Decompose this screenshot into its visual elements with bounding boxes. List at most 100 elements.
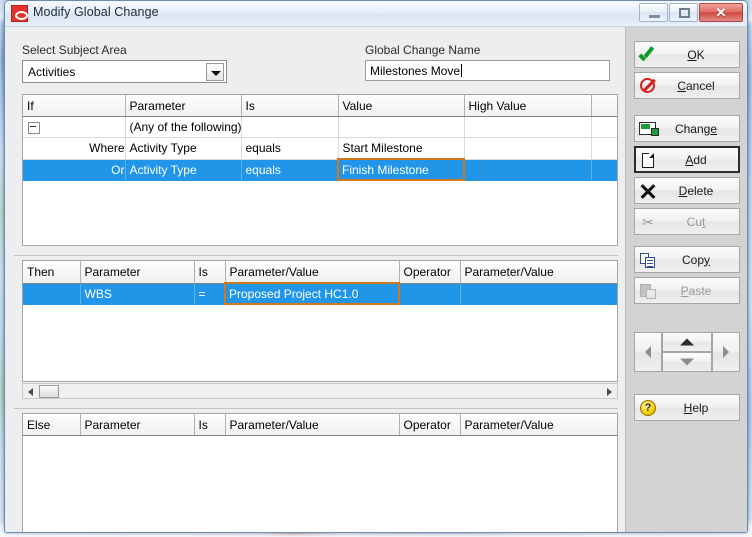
if-cell-parameter[interactable]: Activity Type [125,159,242,181]
else-col-parameter[interactable]: Parameter [80,414,195,436]
copy-button[interactable]: Copy [634,246,740,273]
if-col-if[interactable]: If [23,95,126,117]
arrow-right-icon [723,346,729,358]
scroll-thumb[interactable] [39,384,59,398]
if-cell-if[interactable]: Where [23,137,126,160]
move-right-button[interactable] [712,332,740,372]
then-cell-operator[interactable] [399,283,461,305]
if-cell-high-value[interactable] [464,159,592,181]
else-actions-grid[interactable]: Else Parameter Is Parameter/Value Operat… [22,413,618,532]
if-cell-is[interactable]: equals [241,159,339,181]
section-divider-1 [14,255,618,256]
then-cell-is[interactable]: = [194,283,226,305]
if-cell-value[interactable]: Finish Milestone [337,158,465,181]
then-col-operator[interactable]: Operator [399,261,461,284]
left-pane: Select Subject Area Activities Global Ch… [6,27,626,532]
delete-button[interactable]: Delete [634,177,740,204]
cancel-icon [635,73,661,98]
then-grid-hscrollbar[interactable] [22,383,618,399]
if-cell-extra[interactable] [591,159,617,181]
else-col-param-value-2[interactable]: Parameter/Value [460,414,617,436]
move-vertical-group [662,332,712,372]
change-icon [635,116,661,141]
arrow-down-icon [680,358,694,366]
then-cell-param-value-2[interactable] [460,283,617,305]
cut-icon: ✂ [642,214,654,230]
then-grid-table: Then Parameter Is Parameter/Value Operat… [23,261,617,305]
else-col-else[interactable]: Else [23,414,81,436]
if-conditions-grid[interactable]: If Parameter Is Value High Value (Any of… [22,94,618,246]
change-button[interactable]: Change [634,115,740,142]
then-actions-grid[interactable]: Then Parameter Is Parameter/Value Operat… [22,260,618,382]
move-left-button[interactable] [634,332,662,372]
maximize-button[interactable] [669,3,698,22]
help-button[interactable]: ? Help [634,394,740,421]
subject-area-combo[interactable]: Activities [22,60,227,83]
table-row[interactable]: Where Activity Type equals Start Milesto… [23,137,617,160]
if-col-high-value[interactable]: High Value [464,95,592,117]
title-bar[interactable]: Modify Global Change ✕ [5,1,747,27]
cut-button-label: Cut [686,214,706,229]
if-cell-extra[interactable] [591,137,617,160]
table-row[interactable]: (Any of the following) [23,116,617,138]
if-col-extra[interactable] [591,95,617,117]
if-cell-high-value[interactable] [464,116,592,138]
table-row-selected[interactable]: Or Activity Type equals Finish Milestone [23,158,617,181]
close-button[interactable]: ✕ [699,3,743,22]
chevron-down-icon[interactable] [206,62,224,81]
if-cell-is[interactable] [241,116,339,138]
then-cell-then[interactable] [23,283,81,305]
then-col-is[interactable]: Is [194,261,226,284]
paste-button-label: Paste [680,283,712,298]
minimize-button[interactable] [639,3,668,22]
arrow-left-icon [645,346,651,358]
move-up-button[interactable] [662,332,712,352]
scroll-track[interactable] [59,384,601,398]
else-col-operator[interactable]: Operator [399,414,461,436]
if-grid-table: If Parameter Is Value High Value (Any of… [23,95,617,181]
button-panel: OK Cancel Change Add Delete ✂ Cut Copy P… [626,27,747,532]
help-button-label: Help [683,400,709,415]
if-cell-if[interactable] [23,116,126,138]
ok-button[interactable]: OK [634,41,740,68]
then-col-parameter[interactable]: Parameter [80,261,195,284]
if-cell-parameter[interactable]: (Any of the following) [125,116,242,138]
if-col-is[interactable]: Is [241,95,339,117]
then-col-param-value-1[interactable]: Parameter/Value [225,261,400,284]
else-col-is[interactable]: Is [194,414,226,436]
copy-icon [635,247,661,272]
else-grid-table: Else Parameter Is Parameter/Value Operat… [23,414,617,436]
add-button[interactable]: Add [634,146,740,173]
then-cell-param-value-1[interactable]: Proposed Project HC1.0 [224,282,400,305]
arrow-up-icon [680,338,694,346]
if-cell-if[interactable]: Or [23,159,126,181]
ok-button-label: OK [687,47,705,62]
then-cell-parameter[interactable]: WBS [80,283,195,305]
tree-collapse-icon[interactable] [28,121,40,134]
if-cell-extra[interactable] [591,116,617,138]
else-grid-header-row: Else Parameter Is Parameter/Value Operat… [23,414,617,436]
paste-icon [635,278,661,303]
add-icon [636,148,662,171]
scroll-left-icon[interactable] [23,384,39,398]
if-cell-value[interactable]: Start Milestone [338,137,465,160]
if-cell-is[interactable]: equals [241,137,339,160]
scroll-right-icon[interactable] [601,384,617,398]
else-col-param-value-1[interactable]: Parameter/Value [225,414,400,436]
if-cell-value[interactable] [338,116,465,138]
then-col-then[interactable]: Then [23,261,81,284]
move-nav-group [634,332,740,372]
if-cell-parameter[interactable]: Activity Type [125,137,242,160]
if-col-parameter[interactable]: Parameter [125,95,242,117]
then-col-param-value-2[interactable]: Parameter/Value [460,261,617,284]
global-change-name-input[interactable]: Milestones Move [365,60,610,81]
table-row-selected[interactable]: WBS = Proposed Project HC1.0 [23,282,617,305]
delete-button-label: Delete [678,183,714,198]
move-down-button[interactable] [662,352,712,372]
cancel-button[interactable]: Cancel [634,72,740,99]
if-cell-high-value[interactable] [464,137,592,160]
delete-icon [635,178,661,203]
section-divider-2 [14,408,618,409]
global-change-name-value: Milestones Move [370,63,461,78]
if-col-value[interactable]: Value [338,95,465,117]
